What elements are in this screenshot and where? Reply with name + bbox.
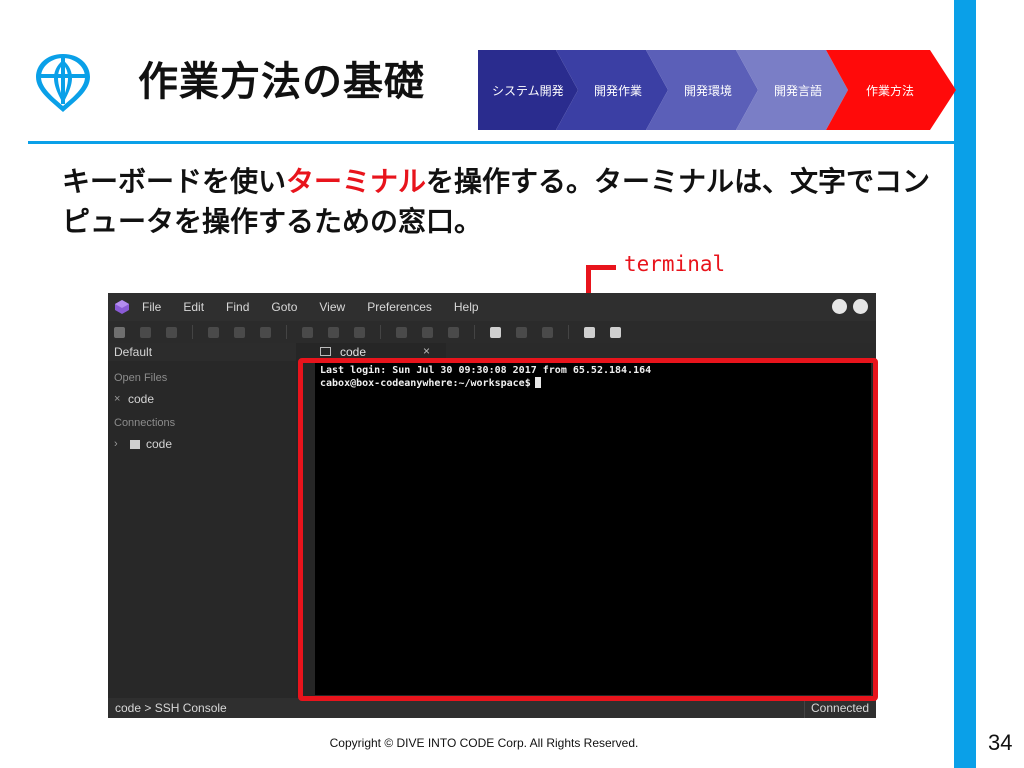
terminal-callout-label: terminal — [624, 252, 726, 276]
redo-icon[interactable] — [234, 326, 245, 338]
terminal-tab-icon — [320, 347, 331, 356]
toolbar-separator — [380, 325, 381, 339]
notification-icon[interactable] — [832, 299, 847, 314]
intro-text-highlight: ターミナル — [286, 165, 427, 198]
server-icon — [130, 439, 140, 449]
status-left: code > SSH Console — [115, 701, 227, 715]
codeanywhere-logo-icon — [115, 300, 129, 314]
toolbar-separator — [192, 325, 193, 339]
status-bar: code > SSH Console Connected — [108, 698, 876, 718]
zoom-icon[interactable] — [354, 326, 365, 338]
intro-text-before: キーボードを使い — [62, 165, 287, 198]
intro-text: キーボードを使いターミナルを操作する。ターミナルは、文字でコンピュータを操作する… — [62, 162, 932, 242]
breadcrumb-label: 作業方法 — [866, 83, 915, 98]
menu-find[interactable]: Find — [226, 300, 249, 314]
run-icon[interactable] — [584, 326, 595, 338]
indent-icon[interactable] — [396, 326, 407, 338]
history-icon[interactable] — [516, 326, 527, 338]
toolbar-separator — [568, 325, 569, 339]
breadcrumb-step-5: 作業方法 — [826, 50, 956, 130]
close-icon[interactable]: × — [114, 393, 128, 405]
save-all-icon[interactable] — [166, 326, 177, 338]
breadcrumb: システム開発 開発作業 開発環境 開発言語 作業方法 — [478, 50, 958, 130]
menu-edit[interactable]: Edit — [183, 300, 204, 314]
new-file-icon[interactable] — [114, 326, 125, 338]
menu-file[interactable]: File — [142, 300, 161, 314]
tab-close-icon[interactable]: × — [423, 344, 430, 358]
open-file-label: code — [128, 392, 155, 406]
user-account-icon[interactable] — [853, 299, 868, 314]
menu-goto[interactable]: Goto — [271, 300, 297, 314]
breadcrumb-label: システム開発 — [492, 83, 564, 98]
undo-icon[interactable] — [208, 326, 219, 338]
send-icon[interactable] — [490, 326, 501, 338]
outdent-icon[interactable] — [422, 326, 433, 338]
open-file-item[interactable]: × code — [108, 384, 296, 406]
menu-bar: File Edit Find Goto View Preferences Hel… — [108, 293, 876, 321]
connection-item[interactable]: › code — [108, 429, 296, 451]
search-icon[interactable] — [302, 326, 313, 338]
menu-view[interactable]: View — [319, 300, 345, 314]
open-files-heading: Open Files — [114, 372, 168, 384]
breadcrumb-label: 開発言語 — [774, 83, 823, 98]
save-icon[interactable] — [140, 326, 151, 338]
format-icon[interactable] — [448, 326, 459, 338]
breadcrumb-label: 開発作業 — [594, 83, 643, 98]
sidebar: Default Open Files × code Connections › … — [108, 343, 296, 698]
menu-right-icons — [832, 299, 868, 314]
refresh-icon[interactable] — [260, 326, 271, 338]
connection-label: code — [146, 437, 173, 451]
toolbar-separator — [286, 325, 287, 339]
globe-icon — [36, 54, 90, 112]
menu-help[interactable]: Help — [454, 300, 479, 314]
menu-preferences[interactable]: Preferences — [367, 300, 432, 314]
connections-heading: Connections — [114, 417, 176, 429]
sidebar-header: Default — [108, 343, 296, 361]
title-divider — [28, 141, 970, 144]
terminal-highlight-box — [298, 358, 878, 701]
chevron-right-icon[interactable]: › — [114, 438, 128, 450]
breadcrumb-label: 開発環境 — [684, 83, 733, 98]
connection-status: Connected — [804, 698, 876, 718]
copyright: Copyright © DIVE INTO CODE Corp. All Rig… — [329, 736, 639, 750]
toolbar-separator — [474, 325, 475, 339]
toolbar — [108, 321, 876, 343]
page-title: 作業方法の基礎 — [138, 59, 425, 105]
tab-label: code — [340, 345, 367, 359]
gear-icon[interactable] — [610, 326, 621, 338]
terminal-icon[interactable] — [542, 326, 553, 338]
replace-icon[interactable] — [328, 326, 339, 338]
page-number: 34 — [988, 730, 1013, 755]
